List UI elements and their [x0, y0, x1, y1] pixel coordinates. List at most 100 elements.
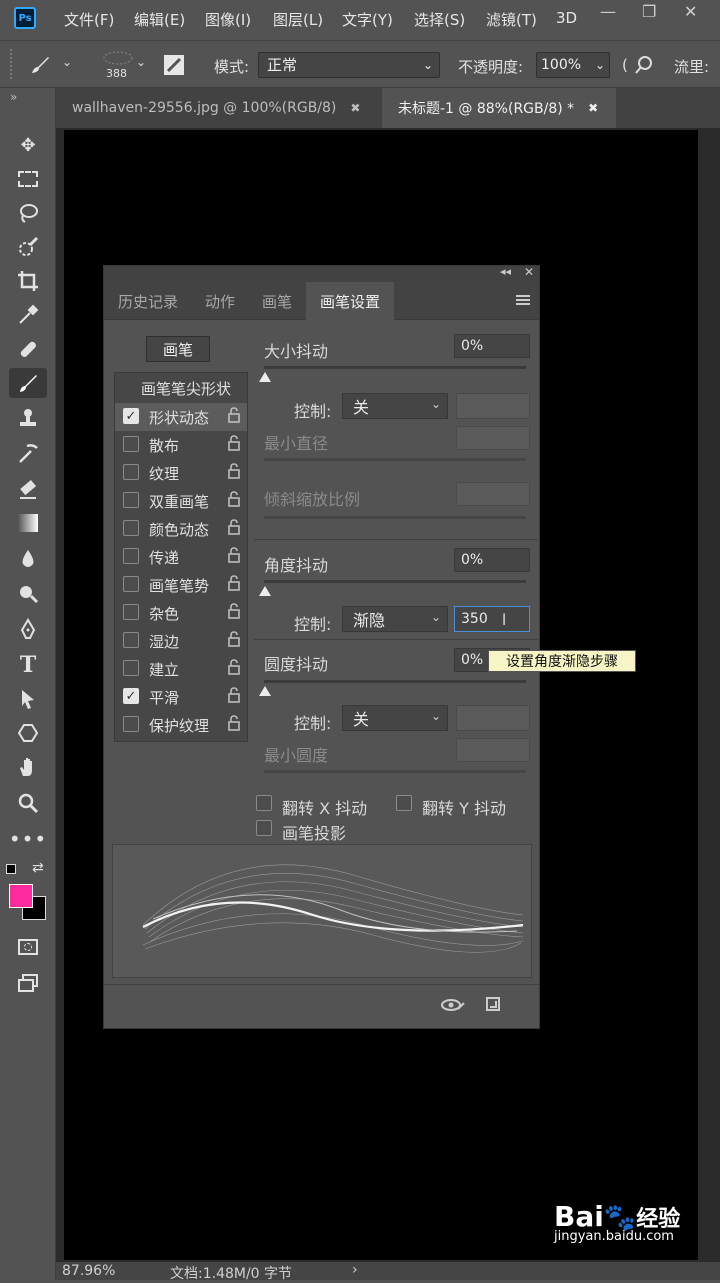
option-checkbox[interactable] [123, 660, 139, 676]
tab-brushes[interactable]: 画笔 [248, 282, 306, 320]
list-item[interactable]: 散布 [115, 431, 247, 459]
list-item[interactable]: 颜色动态 [115, 515, 247, 543]
menu-file[interactable]: 文件(F) [64, 9, 114, 30]
option-checkbox[interactable] [123, 604, 139, 620]
option-checkbox[interactable]: ✓ [123, 408, 139, 424]
list-item[interactable]: 湿边 [115, 627, 247, 655]
option-checkbox[interactable] [123, 492, 139, 508]
default-colors-icon[interactable] [6, 864, 16, 874]
roundness-control-select[interactable]: 关 ⌄ [342, 705, 448, 731]
brush-projection-checkbox[interactable] [256, 820, 272, 836]
option-checkbox[interactable] [123, 436, 139, 452]
close-icon[interactable]: ✖ [588, 101, 598, 115]
history-brush-tool-icon[interactable] [9, 438, 47, 468]
search-icon[interactable] [634, 55, 654, 75]
more-tools-icon[interactable]: ••• [9, 824, 47, 854]
panel-header[interactable]: ◂◂ ✕ [104, 265, 539, 282]
list-item[interactable]: 纹理 [115, 459, 247, 487]
list-item[interactable]: 建立 [115, 655, 247, 683]
menu-select[interactable]: 选择(S) [414, 9, 465, 30]
option-checkbox[interactable] [123, 548, 139, 564]
chevron-down-icon[interactable]: ⌄ [62, 55, 72, 69]
brush-panel-toggle-icon[interactable] [162, 53, 186, 77]
menu-edit[interactable]: 编辑(E) [134, 9, 185, 30]
lock-icon[interactable] [227, 463, 241, 483]
type-tool-icon[interactable]: T [9, 650, 47, 680]
list-item[interactable]: 杂色 [115, 599, 247, 627]
panel-menu-icon[interactable] [516, 295, 530, 305]
zoom-tool-icon[interactable] [9, 788, 47, 818]
brush-tip-preview-icon[interactable] [100, 47, 136, 69]
lock-icon[interactable] [227, 575, 241, 595]
screen-mode-icon[interactable] [9, 968, 47, 998]
option-checkbox[interactable] [123, 520, 139, 536]
angle-jitter-slider-knob[interactable] [259, 586, 271, 596]
status-arrow-icon[interactable]: › [352, 1262, 358, 1278]
brush-tool-preset-icon[interactable] [28, 53, 52, 77]
lock-icon[interactable] [227, 519, 241, 539]
brush-tool-icon[interactable] [9, 368, 47, 398]
path-selection-tool-icon[interactable] [9, 684, 47, 714]
tab-actions[interactable]: 动作 [192, 282, 248, 320]
lasso-tool-icon[interactable] [9, 198, 47, 228]
roundness-jitter-slider-track[interactable] [264, 680, 526, 683]
lock-icon[interactable] [227, 603, 241, 623]
angle-jitter-slider-track[interactable] [264, 580, 526, 583]
lock-icon[interactable] [227, 715, 241, 735]
angle-fade-steps-input[interactable]: 350 I [454, 606, 530, 632]
option-checkbox[interactable] [123, 632, 139, 648]
lock-icon[interactable] [227, 491, 241, 511]
flip-y-checkbox[interactable] [396, 795, 412, 811]
list-item[interactable]: 画笔笔势 [115, 571, 247, 599]
list-item[interactable]: ✓ 形状动态 [115, 403, 247, 431]
healing-brush-tool-icon[interactable] [9, 334, 47, 364]
tab-wallhaven[interactable]: wallhaven-29556.jpg @ 100%(RGB/8) ✖ [56, 88, 382, 128]
menu-filter[interactable]: 滤镜(T) [486, 9, 537, 30]
collapse-panel-icon[interactable]: ◂◂ [500, 265, 511, 278]
angle-control-select[interactable]: 渐隐 ⌄ [342, 606, 448, 632]
minimize-button[interactable]: — [600, 2, 616, 21]
size-jitter-slider-track[interactable] [264, 366, 526, 369]
size-jitter-input[interactable]: 0% [454, 334, 530, 358]
pressure-opacity-icon[interactable]: ( [622, 56, 628, 74]
menu-layer[interactable]: 图层(L) [273, 9, 323, 30]
restore-button[interactable]: ❐ [642, 2, 656, 21]
lock-icon[interactable] [227, 687, 241, 707]
mode-select[interactable]: 正常 ⌄ [258, 52, 440, 78]
brushes-button[interactable]: 画笔 [146, 336, 210, 362]
eyedropper-tool-icon[interactable] [9, 300, 47, 330]
tab-brush-settings[interactable]: 画笔设置 [306, 282, 394, 320]
zoom-level[interactable]: 87.96% [62, 1263, 115, 1279]
close-icon[interactable]: ✖ [350, 101, 360, 115]
lock-icon[interactable] [227, 407, 241, 427]
angle-jitter-input[interactable]: 0% [454, 548, 530, 572]
blur-tool-icon[interactable] [9, 544, 47, 574]
chevron-down-icon[interactable]: ⌄ [136, 55, 146, 69]
foreground-color-swatch[interactable] [9, 884, 33, 908]
menu-type[interactable]: 文字(Y) [342, 9, 393, 30]
swap-colors-icon[interactable]: ⇄ [32, 860, 44, 876]
quick-mask-icon[interactable] [9, 932, 47, 962]
lock-icon[interactable] [227, 659, 241, 679]
lock-icon[interactable] [227, 547, 241, 567]
eraser-tool-icon[interactable] [9, 474, 47, 504]
option-checkbox[interactable] [123, 464, 139, 480]
marquee-tool-icon[interactable] [9, 164, 47, 194]
size-jitter-slider-knob[interactable] [259, 372, 271, 382]
dodge-tool-icon[interactable] [9, 578, 47, 608]
close-icon[interactable]: ✕ [524, 265, 534, 279]
pen-tool-icon[interactable] [9, 614, 47, 644]
list-item[interactable]: ✓ 平滑 [115, 683, 247, 711]
new-brush-icon[interactable] [484, 995, 502, 1013]
list-item[interactable]: 保护纹理 [115, 711, 247, 739]
collapse-arrows-icon[interactable]: » [10, 90, 17, 104]
shape-tool-icon[interactable] [9, 718, 47, 748]
flip-x-checkbox[interactable] [256, 795, 272, 811]
move-tool-icon[interactable]: ✥ [9, 130, 47, 160]
stamp-tool-icon[interactable] [9, 404, 47, 434]
menu-image[interactable]: 图像(I) [205, 9, 251, 30]
lock-icon[interactable] [227, 631, 241, 651]
eye-reset-icon[interactable] [440, 995, 466, 1015]
grip-handle[interactable] [10, 49, 12, 79]
tab-history[interactable]: 历史记录 [104, 282, 192, 320]
